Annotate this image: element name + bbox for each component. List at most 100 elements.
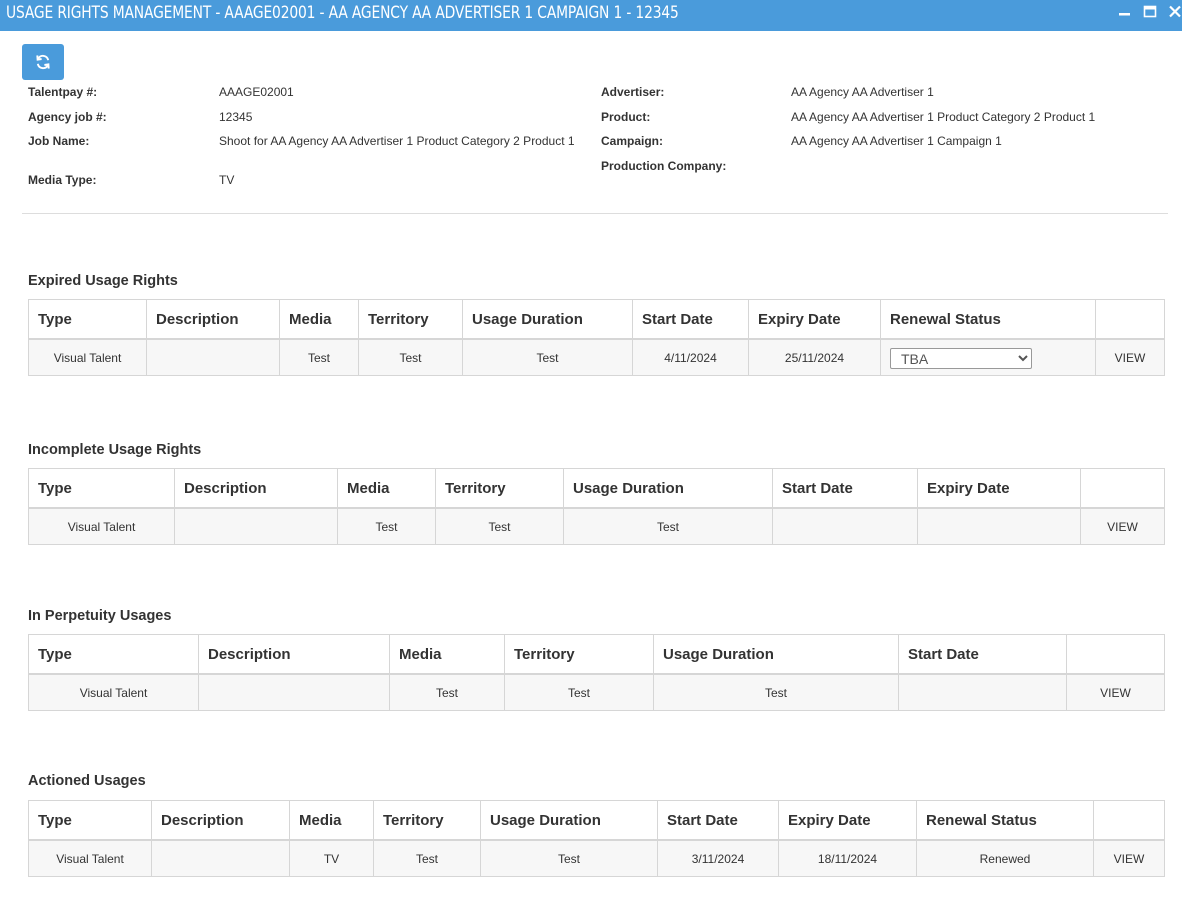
column-header[interactable]: Media xyxy=(279,299,359,340)
media-cell: Test xyxy=(279,338,359,376)
column-header[interactable]: Start Date xyxy=(898,634,1067,675)
column-header xyxy=(1080,468,1165,509)
column-header[interactable]: Description xyxy=(198,634,390,675)
incomplete-usage-rights-title: Incomplete Usage Rights xyxy=(28,442,202,458)
column-header xyxy=(1066,634,1165,675)
refresh-icon xyxy=(36,54,50,70)
expiry-date-cell: 18/11/2024 xyxy=(778,839,917,877)
actioned-usage-table: Type Description Media Territory Usage D… xyxy=(28,800,1165,877)
maximize-icon[interactable] xyxy=(1141,4,1159,22)
divider xyxy=(22,213,1168,214)
column-header xyxy=(1095,299,1165,340)
table-row: Visual Talent Test Test Test VIEW xyxy=(28,673,1165,711)
media-type-value: TV xyxy=(219,173,235,187)
job-name-value: Shoot for AA Agency AA Advertiser 1 Prod… xyxy=(219,134,575,148)
column-header[interactable]: Description xyxy=(151,800,290,841)
column-header[interactable]: Territory xyxy=(435,468,564,509)
view-link[interactable]: VIEW xyxy=(1107,520,1138,534)
table-header-row: Type Description Media Territory Usage D… xyxy=(28,299,1165,340)
agency-job-value: 12345 xyxy=(219,110,253,124)
renewal-status-cell: Renewed xyxy=(916,839,1094,877)
talentpay-label: Talentpay #: xyxy=(28,85,98,99)
campaign-label: Campaign: xyxy=(601,134,664,148)
media-cell: Test xyxy=(389,673,505,711)
type-cell: Visual Talent xyxy=(28,673,199,711)
description-cell xyxy=(174,507,338,545)
usage-duration-cell: Test xyxy=(462,338,633,376)
usage-duration-cell: Test xyxy=(480,839,658,877)
start-date-cell xyxy=(898,673,1067,711)
column-header[interactable]: Usage Duration xyxy=(653,634,899,675)
column-header[interactable]: Territory xyxy=(373,800,481,841)
description-cell xyxy=(146,338,280,376)
minimize-icon[interactable] xyxy=(1116,4,1134,22)
column-header[interactable]: Territory xyxy=(358,299,463,340)
column-header[interactable]: Description xyxy=(174,468,338,509)
expiry-date-cell xyxy=(917,507,1081,545)
table-row: Visual Talent TV Test Test 3/11/2024 18/… xyxy=(28,839,1165,877)
column-header[interactable]: Expiry Date xyxy=(778,800,917,841)
column-header[interactable]: Start Date xyxy=(657,800,779,841)
view-link[interactable]: VIEW xyxy=(1100,686,1131,700)
column-header[interactable]: Usage Duration xyxy=(563,468,773,509)
column-header[interactable]: Media xyxy=(289,800,374,841)
description-cell xyxy=(151,839,290,877)
advertiser-label: Advertiser: xyxy=(601,85,665,99)
start-date-cell xyxy=(772,507,918,545)
type-cell: Visual Talent xyxy=(28,338,147,376)
view-link[interactable]: VIEW xyxy=(1114,852,1145,866)
column-header[interactable]: Start Date xyxy=(772,468,918,509)
campaign-value: AA Agency AA Advertiser 1 Campaign 1 xyxy=(791,134,1002,148)
column-header[interactable]: Type xyxy=(28,299,147,340)
column-header[interactable]: Expiry Date xyxy=(748,299,881,340)
start-date-cell: 4/11/2024 xyxy=(632,338,749,376)
column-header[interactable]: Usage Duration xyxy=(480,800,658,841)
title-bar: USAGE RIGHTS MANAGEMENT - AAAGE02001 - A… xyxy=(0,0,1182,31)
type-cell: Visual Talent xyxy=(28,507,175,545)
agency-job-label: Agency job #: xyxy=(28,110,107,124)
usage-duration-cell: Test xyxy=(563,507,773,545)
in-perpetuity-usages-title: In Perpetuity Usages xyxy=(28,608,172,624)
description-cell xyxy=(198,673,390,711)
window-title: USAGE RIGHTS MANAGEMENT - AAAGE02001 - A… xyxy=(6,3,679,22)
product-label: Product: xyxy=(601,110,651,124)
view-cell: VIEW xyxy=(1066,673,1165,711)
view-cell: VIEW xyxy=(1080,507,1165,545)
territory-cell: Test xyxy=(358,338,463,376)
territory-cell: Test xyxy=(504,673,654,711)
view-cell: VIEW xyxy=(1095,338,1165,376)
column-header[interactable]: Media xyxy=(337,468,436,509)
actioned-usages-title: Actioned Usages xyxy=(28,773,146,789)
view-cell: VIEW xyxy=(1093,839,1165,877)
column-header xyxy=(1093,800,1165,841)
expired-usage-rights-title: Expired Usage Rights xyxy=(28,273,178,289)
territory-cell: Test xyxy=(435,507,564,545)
media-type-label: Media Type: xyxy=(28,173,97,187)
column-header[interactable]: Expiry Date xyxy=(917,468,1081,509)
refresh-button[interactable] xyxy=(22,44,64,80)
table-header-row: Type Description Media Territory Usage D… xyxy=(28,468,1165,509)
expiry-date-cell: 25/11/2024 xyxy=(748,338,881,376)
column-header[interactable]: Media xyxy=(389,634,505,675)
table-header-row: Type Description Media Territory Usage D… xyxy=(28,634,1165,675)
close-icon[interactable] xyxy=(1166,4,1182,22)
territory-cell: Test xyxy=(373,839,481,877)
view-link[interactable]: VIEW xyxy=(1115,351,1146,365)
advertiser-value: AA Agency AA Advertiser 1 xyxy=(791,85,934,99)
table-row: Visual Talent Test Test Test VIEW xyxy=(28,507,1165,545)
column-header[interactable]: Type xyxy=(28,468,175,509)
renewal-status-select[interactable]: TBA xyxy=(890,348,1032,369)
column-header[interactable]: Description xyxy=(146,299,280,340)
column-header[interactable]: Renewal Status xyxy=(916,800,1094,841)
product-value: AA Agency AA Advertiser 1 Product Catego… xyxy=(791,110,1096,124)
column-header[interactable]: Renewal Status xyxy=(880,299,1096,340)
usage-duration-cell: Test xyxy=(653,673,899,711)
column-header[interactable]: Territory xyxy=(504,634,654,675)
table-header-row: Type Description Media Territory Usage D… xyxy=(28,800,1165,841)
talentpay-value: AAAGE02001 xyxy=(219,85,294,99)
column-header[interactable]: Usage Duration xyxy=(462,299,633,340)
column-header[interactable]: Type xyxy=(28,634,199,675)
incomplete-usage-table: Type Description Media Territory Usage D… xyxy=(28,468,1165,545)
column-header[interactable]: Type xyxy=(28,800,152,841)
column-header[interactable]: Start Date xyxy=(632,299,749,340)
